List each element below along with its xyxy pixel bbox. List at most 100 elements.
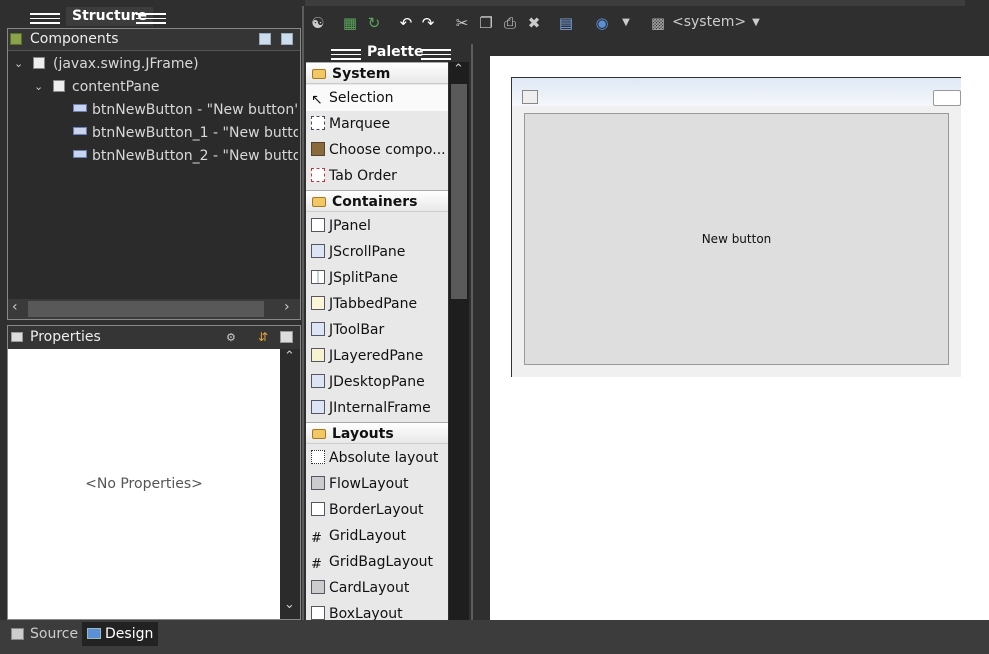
palette-item-gridlayout[interactable]: # GridLayout <box>306 523 448 549</box>
undo-icon[interactable]: ↶ <box>396 12 416 34</box>
tree-item-btn-2[interactable]: btnNewButton_2 - "New butto <box>92 145 298 167</box>
delete-icon[interactable]: ✖ <box>524 12 544 34</box>
item-label: JInternalFrame <box>329 400 431 416</box>
redo-icon[interactable]: ↷ <box>418 12 438 34</box>
vertical-scrollbar[interactable]: ⌃ ⌄ <box>280 349 300 619</box>
palette-item-flowlayout[interactable]: FlowLayout <box>306 471 448 497</box>
palette-item-jscrollpane[interactable]: JScrollPane <box>306 239 448 265</box>
palette-item-absolute[interactable]: Absolute layout <box>306 445 448 471</box>
borderlayout-icon <box>311 502 325 516</box>
palette-item-taborder[interactable]: Tab Order <box>306 163 448 189</box>
scroll-up-icon[interactable]: ⌃ <box>453 62 464 77</box>
scroll-left-icon[interactable]: ‹ <box>12 299 18 315</box>
gridbaglayout-icon: # <box>311 557 322 572</box>
globe-dropdown-icon[interactable]: ▼ <box>616 12 636 34</box>
jtabbedpane-icon <box>311 296 325 310</box>
sort-icon[interactable]: ⇵ <box>258 330 272 344</box>
item-label: JToolBar <box>329 322 385 338</box>
tree-item-btn-1[interactable]: btnNewButton_1 - "New butto <box>92 122 298 144</box>
palette-item-jlayeredpane[interactable]: JLayeredPane <box>306 343 448 369</box>
paste-icon[interactable]: ⎙ <box>500 12 520 34</box>
tree-item-btn[interactable]: btnNewButton - "New button" <box>92 99 298 121</box>
laf-selector[interactable]: <system> <box>672 14 746 30</box>
palette-item-choose[interactable]: Choose compo... <box>306 137 448 163</box>
properties-panel: Properties ⚙ ⇵ <No Properties> ⌃ ⌄ <box>7 325 301 620</box>
palette-item-jdesktoppane[interactable]: JDesktopPane <box>306 369 448 395</box>
palette-item-gridbaglayout[interactable]: # GridBagLayout <box>306 549 448 575</box>
tree-item-frame[interactable]: (javax.swing.JFrame) <box>53 53 199 75</box>
jframe-preview[interactable]: New button <box>511 77 961 377</box>
item-label: JLayeredPane <box>329 348 424 364</box>
test-gui-icon[interactable]: ☯ <box>308 12 328 34</box>
scrollbar-thumb[interactable] <box>28 301 264 317</box>
palette-item-jsplitpane[interactable]: JSplitPane <box>306 265 448 291</box>
palette-item-jpanel[interactable]: JPanel <box>306 213 448 239</box>
jtoolbar-icon <box>311 322 325 336</box>
scroll-down-icon[interactable]: ⌄ <box>284 597 295 612</box>
menu-icon[interactable] <box>280 331 293 343</box>
category-label: Layouts <box>332 426 394 442</box>
tab-source[interactable]: Source <box>8 622 82 646</box>
palette-item-boxlayout[interactable]: BoxLayout <box>306 601 448 620</box>
palette-category-layouts[interactable]: Layouts <box>306 422 448 444</box>
palette-scrollbar[interactable]: ⌃ <box>449 62 469 620</box>
item-label: JSplitPane <box>329 270 399 286</box>
item-label: BorderLayout <box>329 502 424 518</box>
palette-item-borderlayout[interactable]: BorderLayout <box>306 497 448 523</box>
properties-icon <box>11 332 23 342</box>
new-button[interactable]: New button <box>524 113 949 365</box>
category-label: Containers <box>332 194 418 210</box>
item-label: BoxLayout <box>329 606 403 620</box>
drag-handle-right[interactable] <box>136 10 166 26</box>
collapse-all-icon[interactable] <box>281 33 293 45</box>
convert-icon[interactable]: ▦ <box>340 12 360 34</box>
tab-order-icon <box>311 168 325 182</box>
scroll-up-icon[interactable]: ⌃ <box>284 349 295 364</box>
palette-item-cardlayout[interactable]: CardLayout <box>306 575 448 601</box>
chevron-down-icon[interactable]: ⌄ <box>14 57 23 70</box>
palette-category-containers[interactable]: Containers <box>306 190 448 212</box>
tab-design[interactable]: Design <box>82 622 158 646</box>
jpanel-icon <box>311 218 325 232</box>
minimize-icon[interactable] <box>933 90 961 106</box>
jlayeredpane-icon <box>311 348 325 362</box>
palette-item-selection[interactable]: ↖ Selection <box>306 85 448 111</box>
laf-dropdown-icon[interactable]: ▼ <box>746 12 766 34</box>
panel-icon <box>53 80 65 92</box>
palette-item-marquee[interactable]: Marquee <box>306 111 448 137</box>
frame-icon <box>33 57 45 69</box>
expand-all-icon[interactable] <box>259 33 271 45</box>
components-panel: Components ⌄ (javax.swing.JFrame) ⌄ cont… <box>7 28 301 320</box>
chevron-down-icon[interactable]: ⌄ <box>34 80 43 93</box>
horizontal-scrollbar[interactable]: ‹ › <box>8 299 300 319</box>
scroll-right-icon[interactable]: › <box>284 299 290 315</box>
item-label: JDesktopPane <box>329 374 425 390</box>
design-divider[interactable] <box>471 44 473 620</box>
item-label: GridBagLayout <box>329 554 434 570</box>
no-properties-label: <No Properties> <box>85 476 203 492</box>
frame-titlebar <box>512 78 961 106</box>
palette-item-jinternalframe[interactable]: JInternalFrame <box>306 395 448 421</box>
tree-item-contentpane[interactable]: contentPane <box>72 76 159 98</box>
copy-icon[interactable]: ❐ <box>476 12 496 34</box>
folder-icon <box>312 197 326 207</box>
refresh-icon[interactable]: ↻ <box>364 12 384 34</box>
palette-item-jtabbedpane[interactable]: JTabbedPane <box>306 291 448 317</box>
scrollbar-thumb[interactable] <box>451 84 467 299</box>
panel-divider[interactable] <box>302 6 304 620</box>
palette-category-system[interactable]: System <box>306 62 448 84</box>
cardlayout-icon <box>311 580 325 594</box>
palette-item-jtoolbar[interactable]: JToolBar <box>306 317 448 343</box>
globe-icon[interactable]: ◉ <box>592 12 612 34</box>
toolbar-top-strip <box>305 0 965 6</box>
new-button-label: New button <box>701 232 772 246</box>
show-advanced-icon[interactable]: ⚙ <box>226 331 240 344</box>
jsplitpane-icon <box>311 270 325 284</box>
cut-icon[interactable]: ✂ <box>452 12 472 34</box>
beans-icon <box>311 142 325 156</box>
properties-title: Properties <box>30 329 101 345</box>
drag-handle[interactable] <box>30 10 60 26</box>
drag-handle-right[interactable] <box>421 46 451 62</box>
drag-handle[interactable] <box>331 46 361 62</box>
preview-icon[interactable]: ▤ <box>556 12 576 34</box>
